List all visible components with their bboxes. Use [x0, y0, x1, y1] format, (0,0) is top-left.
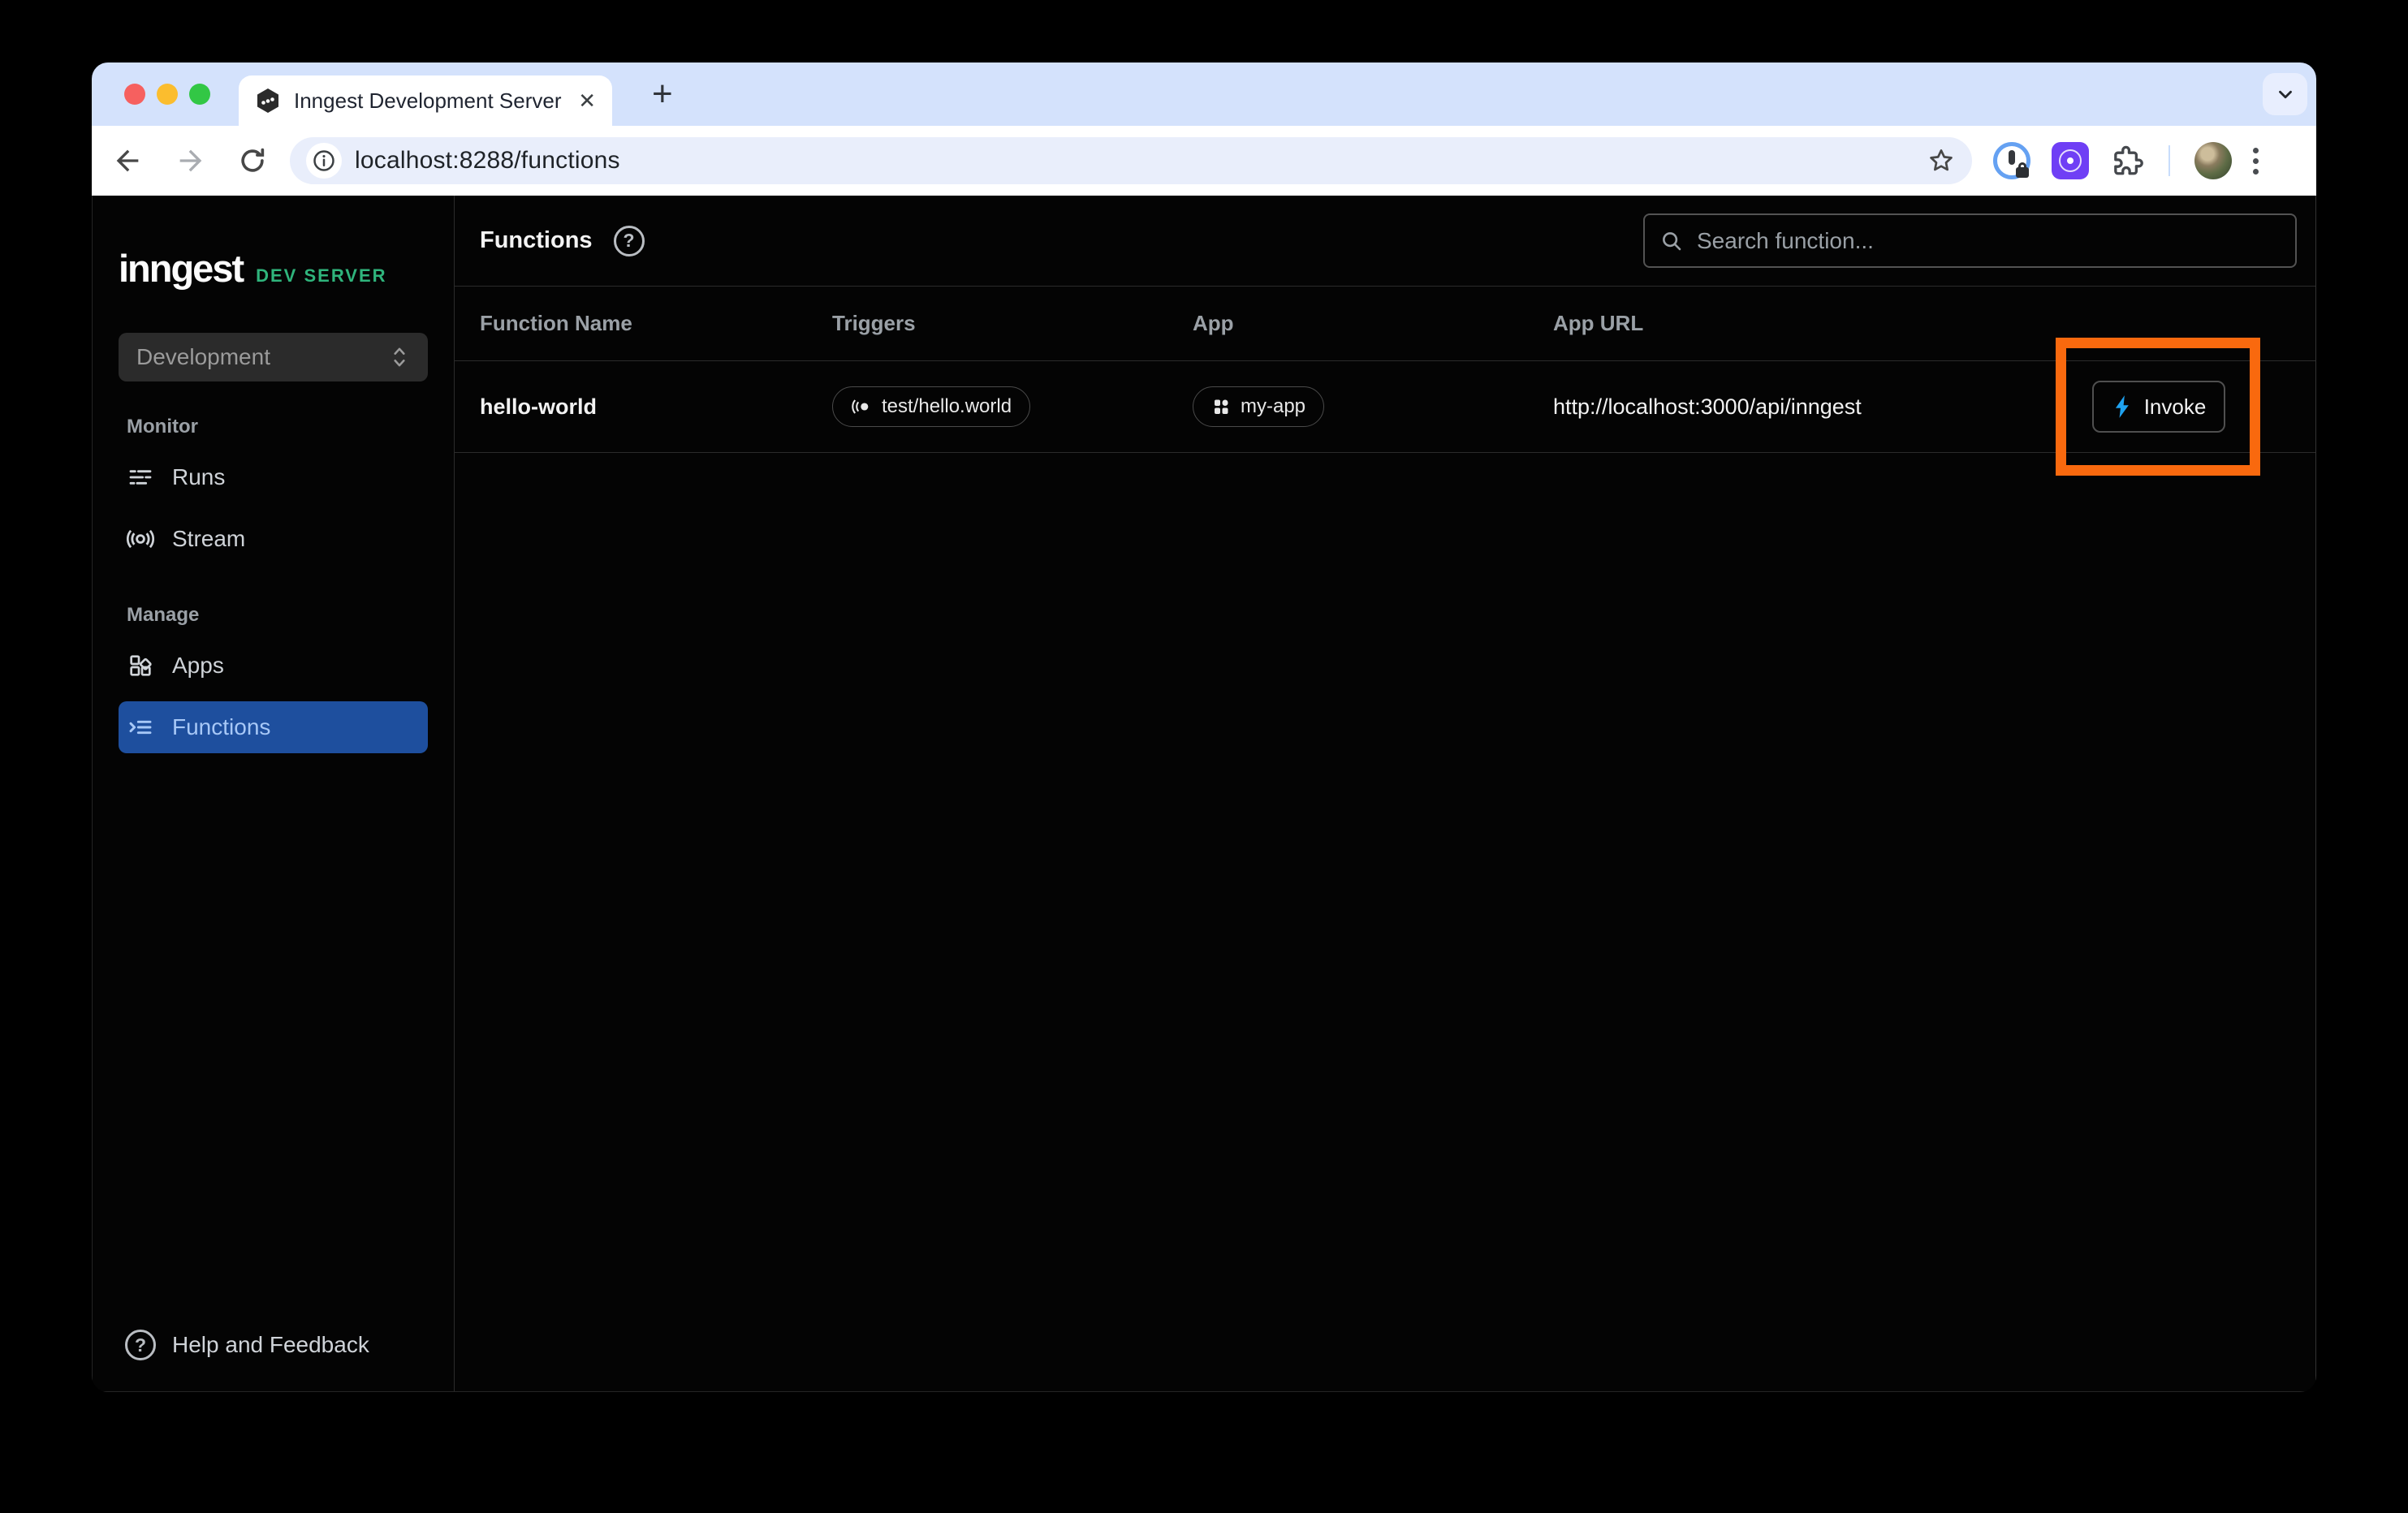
- column-header-app: App: [1193, 311, 1553, 336]
- sidebar: inngest DEV SERVER Development Monitor R…: [93, 196, 455, 1391]
- reload-button[interactable]: [235, 143, 270, 179]
- dev-server-badge: DEV SERVER: [256, 265, 386, 287]
- profile-avatar[interactable]: [2194, 142, 2232, 179]
- functions-icon: [127, 713, 154, 741]
- minimize-window-button[interactable]: [157, 84, 178, 105]
- toolbar-divider: [2168, 145, 2170, 176]
- back-arrow-icon: [111, 144, 144, 177]
- function-name-cell: hello-world: [480, 394, 832, 420]
- inngest-logo: inngest: [119, 246, 243, 291]
- browser-window: Inngest Development Server ✕ +: [92, 63, 2316, 1392]
- table-row[interactable]: hello-world test/hello.world my-app: [455, 361, 2315, 453]
- main-header: Functions ?: [455, 196, 2315, 287]
- screen: Inngest Development Server ✕ +: [0, 0, 2408, 1513]
- url-bar[interactable]: localhost:8288/functions: [290, 137, 1972, 184]
- sidebar-item-label: Runs: [172, 464, 225, 490]
- apps-icon: [127, 652, 154, 679]
- logo-row: inngest DEV SERVER: [93, 246, 454, 291]
- help-and-feedback-link[interactable]: ? Help and Feedback: [93, 1330, 454, 1391]
- stream-icon: [127, 525, 154, 553]
- close-window-button[interactable]: [124, 84, 145, 105]
- tab-search-button[interactable]: [2263, 73, 2307, 115]
- section-label-manage: Manage: [127, 604, 454, 627]
- app-url-cell: http://localhost:3000/api/inngest: [1553, 394, 1862, 419]
- environment-selector[interactable]: Development: [119, 333, 428, 381]
- password-manager-extension-icon[interactable]: [1993, 142, 2030, 179]
- trigger-label: test/hello.world: [882, 395, 1012, 418]
- runs-icon: [127, 463, 154, 491]
- purple-extension-icon[interactable]: [2052, 142, 2089, 179]
- app-label: my-app: [1241, 395, 1305, 418]
- sidebar-item-runs[interactable]: Runs: [119, 451, 428, 503]
- search-input[interactable]: [1697, 228, 2281, 254]
- window-controls: [124, 84, 210, 105]
- bookmark-star-icon[interactable]: [1927, 146, 1956, 175]
- browser-toolbar: localhost:8288/functions: [92, 126, 2316, 196]
- new-tab-button[interactable]: +: [652, 71, 673, 118]
- sidebar-item-label: Functions: [172, 714, 270, 740]
- event-trigger-icon: [851, 396, 872, 417]
- lightning-icon: [2112, 394, 2133, 419]
- invoke-button[interactable]: Invoke: [2092, 381, 2225, 433]
- search-icon: [1659, 229, 1684, 253]
- trigger-badge[interactable]: test/hello.world: [832, 386, 1030, 427]
- column-header-app-url: App URL: [1553, 311, 2315, 336]
- invoke-label: Invoke: [2144, 394, 2207, 420]
- close-tab-icon[interactable]: ✕: [578, 88, 596, 114]
- environment-value: Development: [136, 344, 270, 370]
- column-header-function-name: Function Name: [480, 311, 832, 336]
- sidebar-item-label: Stream: [172, 526, 245, 552]
- page-title: Functions: [480, 227, 593, 254]
- url-text: localhost:8288/functions: [355, 147, 1927, 175]
- site-info-icon[interactable]: [306, 143, 342, 179]
- tab-title: Inngest Development Server: [294, 88, 568, 114]
- reload-icon: [237, 145, 268, 176]
- app-grid-icon: [1211, 397, 1231, 416]
- inngest-favicon: [255, 88, 281, 114]
- browser-tab[interactable]: Inngest Development Server ✕: [239, 75, 612, 126]
- app-content: inngest DEV SERVER Development Monitor R…: [92, 196, 2316, 1392]
- help-and-feedback-label: Help and Feedback: [172, 1332, 369, 1358]
- help-icon: ?: [125, 1330, 156, 1360]
- forward-button[interactable]: [173, 143, 209, 179]
- fullscreen-window-button[interactable]: [189, 84, 210, 105]
- extensions-puzzle-icon[interactable]: [2110, 144, 2144, 178]
- unfold-icon: [389, 345, 410, 369]
- sidebar-item-label: Apps: [172, 653, 224, 679]
- column-header-triggers: Triggers: [832, 311, 1193, 336]
- table-header: Function Name Triggers App App URL: [455, 287, 2315, 361]
- extension-icons: [1993, 142, 2281, 179]
- browser-menu-icon[interactable]: [2253, 148, 2259, 175]
- back-button[interactable]: [110, 143, 145, 179]
- chevron-down-icon: [2275, 84, 2296, 105]
- tab-strip: Inngest Development Server ✕ +: [92, 63, 2316, 126]
- main-panel: Functions ? Function Name Triggers App A…: [455, 196, 2315, 1391]
- section-label-monitor: Monitor: [127, 416, 454, 438]
- forward-arrow-icon: [175, 144, 207, 177]
- sidebar-item-functions[interactable]: Functions: [119, 701, 428, 753]
- sidebar-item-stream[interactable]: Stream: [119, 513, 428, 565]
- app-badge[interactable]: my-app: [1193, 386, 1324, 427]
- search-function-box[interactable]: [1643, 213, 2297, 268]
- help-circle-icon[interactable]: ?: [614, 226, 645, 256]
- sidebar-item-apps[interactable]: Apps: [119, 640, 428, 692]
